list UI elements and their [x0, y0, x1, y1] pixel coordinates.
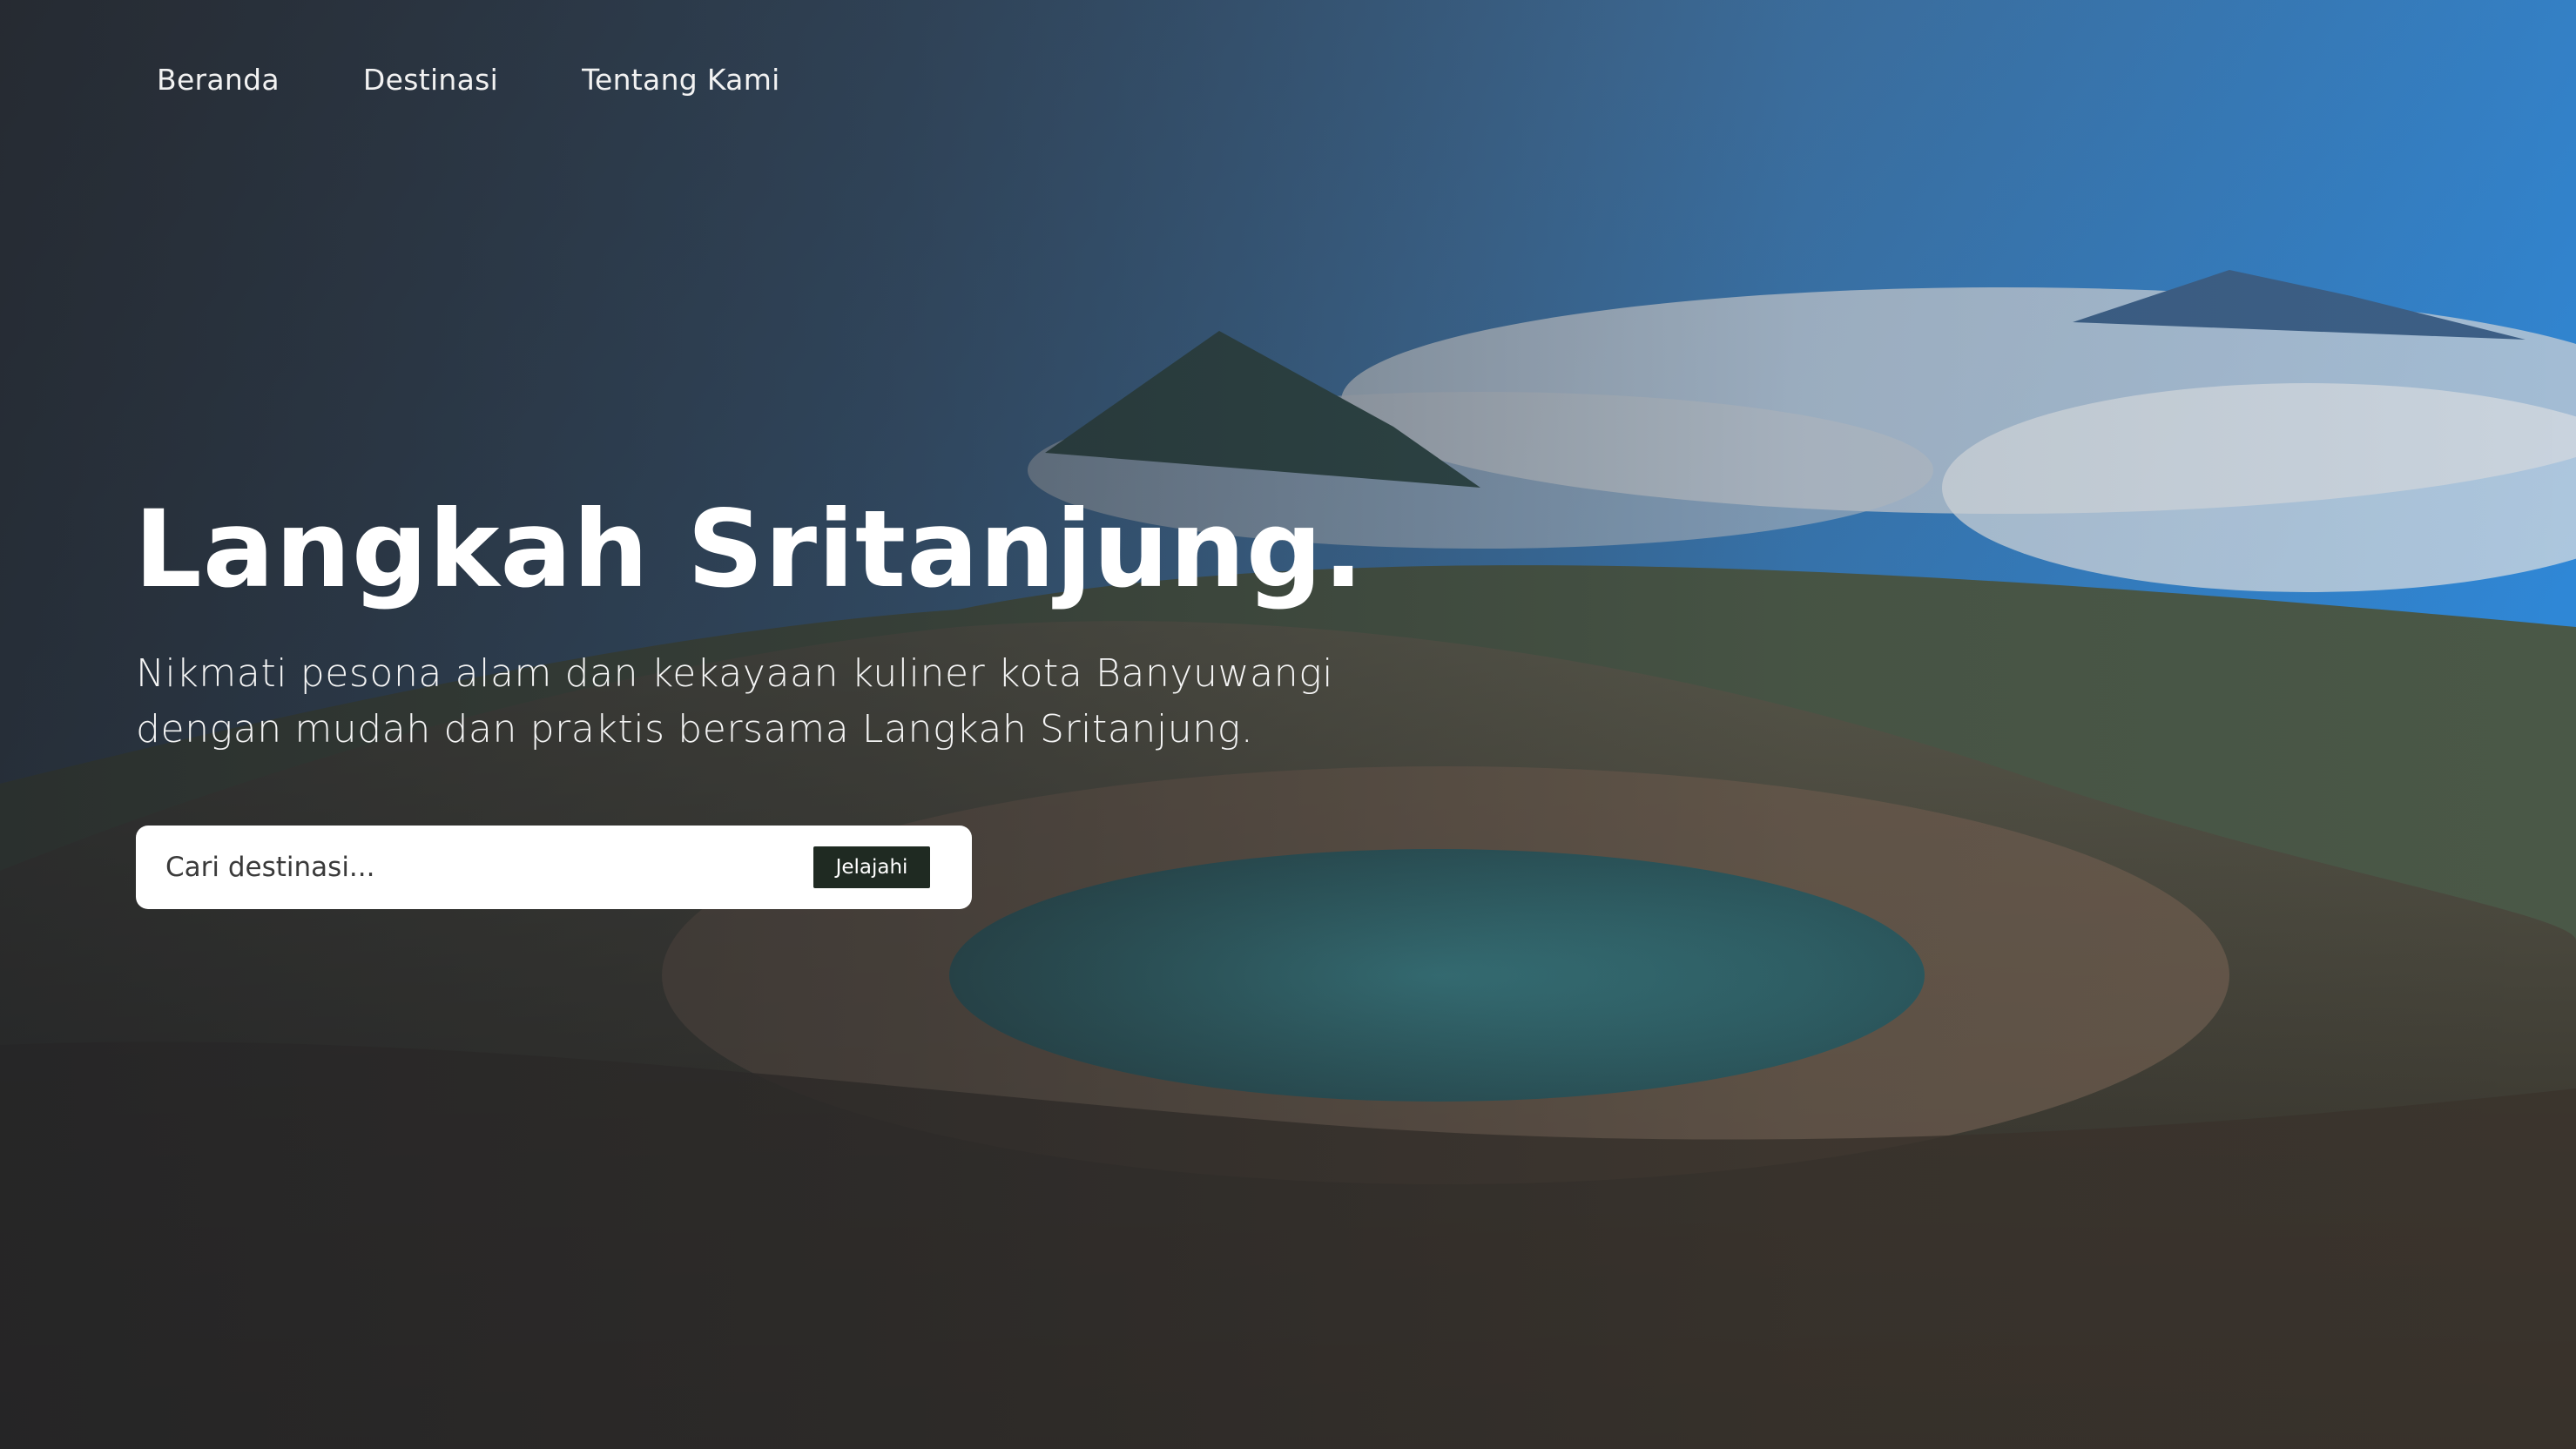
- search-input[interactable]: [164, 851, 813, 884]
- top-navigation: Beranda Destinasi Tentang Kami: [157, 63, 780, 97]
- hero-title: Langkah Sritanjung.: [134, 488, 1365, 611]
- search-button[interactable]: Jelajahi: [813, 846, 930, 888]
- hero-subtitle: Nikmati pesona alam dan kekayaan kuliner…: [136, 651, 1334, 751]
- search-bar: Jelajahi: [136, 826, 972, 909]
- nav-link-destinasi[interactable]: Destinasi: [363, 63, 498, 97]
- nav-link-beranda[interactable]: Beranda: [157, 63, 280, 97]
- nav-link-tentang-kami[interactable]: Tentang Kami: [582, 63, 779, 97]
- landing-page: Beranda Destinasi Tentang Kami Langkah S…: [0, 0, 2576, 1449]
